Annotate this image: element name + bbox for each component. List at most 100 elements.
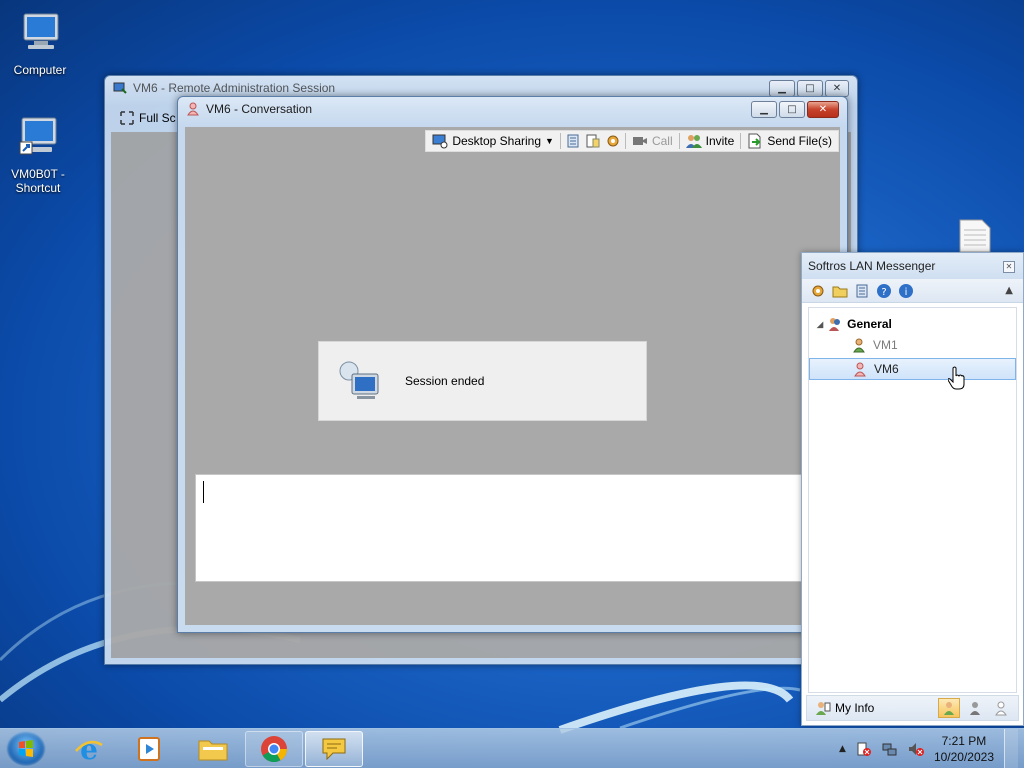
- dropdown-arrow-icon: ▼: [545, 136, 554, 146]
- history-icon[interactable]: [565, 133, 581, 149]
- file-explorer-icon: [198, 740, 228, 761]
- conversation-titlebar[interactable]: VM6 - Conversation: [178, 97, 847, 121]
- text-caret: [203, 481, 204, 503]
- status-offline-button[interactable]: [990, 698, 1012, 718]
- full-screen-label: Full Sc: [139, 111, 176, 125]
- media-player-icon: [138, 737, 160, 761]
- desktop-icon-label: Computer: [13, 63, 67, 77]
- maximize-button[interactable]: □: [779, 101, 805, 118]
- status-online-icon: [944, 702, 954, 715]
- messenger-toolbar: ? i ▲: [802, 279, 1023, 303]
- toolbar-separator: [624, 133, 626, 149]
- desktop-icon-computer[interactable]: Computer: [0, 10, 80, 77]
- group-users-icon: [829, 318, 841, 331]
- history-icon[interactable]: [854, 283, 870, 299]
- volume-muted-icon[interactable]: [908, 741, 924, 757]
- lan-messenger-window[interactable]: Softros LAN Messenger ✕ ? i ▲ ◢ General …: [801, 252, 1024, 726]
- invite-users-icon: [685, 135, 702, 148]
- invite-button[interactable]: Invite: [684, 133, 737, 149]
- windows-logo-icon: [19, 740, 33, 757]
- info-icon[interactable]: i: [898, 283, 914, 299]
- toolbar-separator: [740, 133, 742, 149]
- status-away-button[interactable]: [964, 698, 986, 718]
- contact-name: VM6: [874, 362, 899, 376]
- contact-group-general[interactable]: ◢ General: [817, 316, 892, 332]
- status-away-icon: [970, 702, 980, 715]
- conversation-title: VM6 - Conversation: [206, 102, 313, 116]
- status-offline-icon: [995, 701, 1007, 716]
- invite-label: Invite: [705, 134, 735, 148]
- notes-icon[interactable]: [585, 133, 601, 149]
- minimize-button[interactable]: ▁: [751, 101, 777, 118]
- hand-cursor-icon: [948, 366, 965, 390]
- send-files-button[interactable]: Send File(s): [745, 133, 834, 149]
- remote-desktop-icon: [339, 361, 379, 399]
- minimize-button[interactable]: ▁: [769, 80, 795, 97]
- contact-item-selected[interactable]: VM6: [809, 358, 1016, 380]
- clock-time: 7:21 PM: [941, 734, 987, 748]
- start-button[interactable]: [6, 731, 46, 767]
- close-button[interactable]: ✕: [825, 80, 849, 97]
- messenger-footer: My Info: [806, 695, 1019, 721]
- send-file-icon: [748, 133, 761, 149]
- document-icon[interactable]: [958, 218, 992, 254]
- conversation-toolbar: Desktop Sharing ▼ Call Invite Send File(…: [425, 130, 839, 152]
- collapse-toolbar-icon[interactable]: ▲: [1005, 285, 1013, 296]
- folder-icon[interactable]: [832, 283, 848, 299]
- toolbar-separator: [559, 133, 561, 149]
- call-button[interactable]: Call: [630, 133, 675, 149]
- show-desktop-button[interactable]: [1004, 729, 1018, 768]
- contact-list[interactable]: ◢ General VM1 VM6: [808, 307, 1017, 693]
- taskbar-file-explorer[interactable]: [184, 731, 242, 767]
- svg-text:i: i: [905, 287, 908, 298]
- video-camera-icon: [632, 137, 647, 145]
- toolbar-separator: [678, 133, 680, 149]
- computer-shortcut-icon: [19, 117, 57, 155]
- messenger-titlebar[interactable]: Softros LAN Messenger: [802, 253, 1023, 279]
- maximize-button[interactable]: □: [797, 80, 823, 97]
- taskbar-internet-explorer[interactable]: e: [60, 731, 118, 767]
- clock-date: 10/20/2023: [933, 750, 994, 764]
- taskbar: e ▲ 7:21 PM 10/20/2023: [0, 728, 1024, 768]
- expand-arrow-icon: ◢: [817, 319, 824, 329]
- full-screen-button[interactable]: Full Sc: [119, 110, 176, 126]
- close-button[interactable]: ✕: [807, 101, 839, 118]
- clock[interactable]: 7:21 PM 10/20/2023: [934, 733, 994, 765]
- remote-admin-icon: [113, 82, 127, 94]
- desktop-sharing-button[interactable]: Desktop Sharing ▼: [430, 133, 556, 149]
- desktop-sharing-label: Desktop Sharing: [452, 134, 542, 148]
- status-online-button[interactable]: [938, 698, 960, 718]
- user-icon: [187, 102, 199, 116]
- remote-admin-title: VM6 - Remote Administration Session: [133, 81, 336, 95]
- my-info-icon: [816, 702, 831, 715]
- user-icon: [854, 362, 866, 377]
- contact-name: VM1: [873, 338, 898, 352]
- group-label: General: [847, 317, 892, 331]
- chrome-icon: [261, 736, 288, 763]
- contact-item[interactable]: VM1: [809, 334, 1016, 356]
- messenger-title: Softros LAN Messenger: [808, 259, 936, 273]
- svg-text:?: ?: [881, 287, 886, 298]
- taskbar-media-player[interactable]: [120, 731, 178, 767]
- show-hidden-icons-icon[interactable]: ▲: [839, 744, 846, 754]
- taskbar-chrome[interactable]: [245, 731, 303, 767]
- computer-icon: [23, 13, 59, 49]
- settings-icon[interactable]: [810, 283, 826, 299]
- taskbar-lan-messenger[interactable]: [305, 731, 363, 767]
- session-status-text: Session ended: [405, 374, 485, 388]
- full-screen-icon: [120, 111, 134, 125]
- lan-messenger-icon: [322, 738, 346, 761]
- action-center-icon[interactable]: [856, 741, 872, 757]
- desktop-sharing-icon: [432, 134, 448, 149]
- desktop-icon-vm-shortcut[interactable]: VM0B0T - Shortcut: [0, 114, 78, 195]
- user-online-icon: [853, 338, 865, 353]
- message-input[interactable]: ▲ ▼: [195, 474, 834, 582]
- network-icon[interactable]: [882, 741, 898, 757]
- call-label: Call: [651, 134, 673, 148]
- help-icon[interactable]: ?: [876, 283, 892, 299]
- messenger-close-button[interactable]: ✕: [1003, 261, 1015, 273]
- svg-text:e: e: [80, 733, 98, 765]
- my-info-button[interactable]: My Info: [815, 700, 874, 716]
- settings-icon[interactable]: [605, 133, 621, 149]
- my-info-label: My Info: [835, 701, 875, 715]
